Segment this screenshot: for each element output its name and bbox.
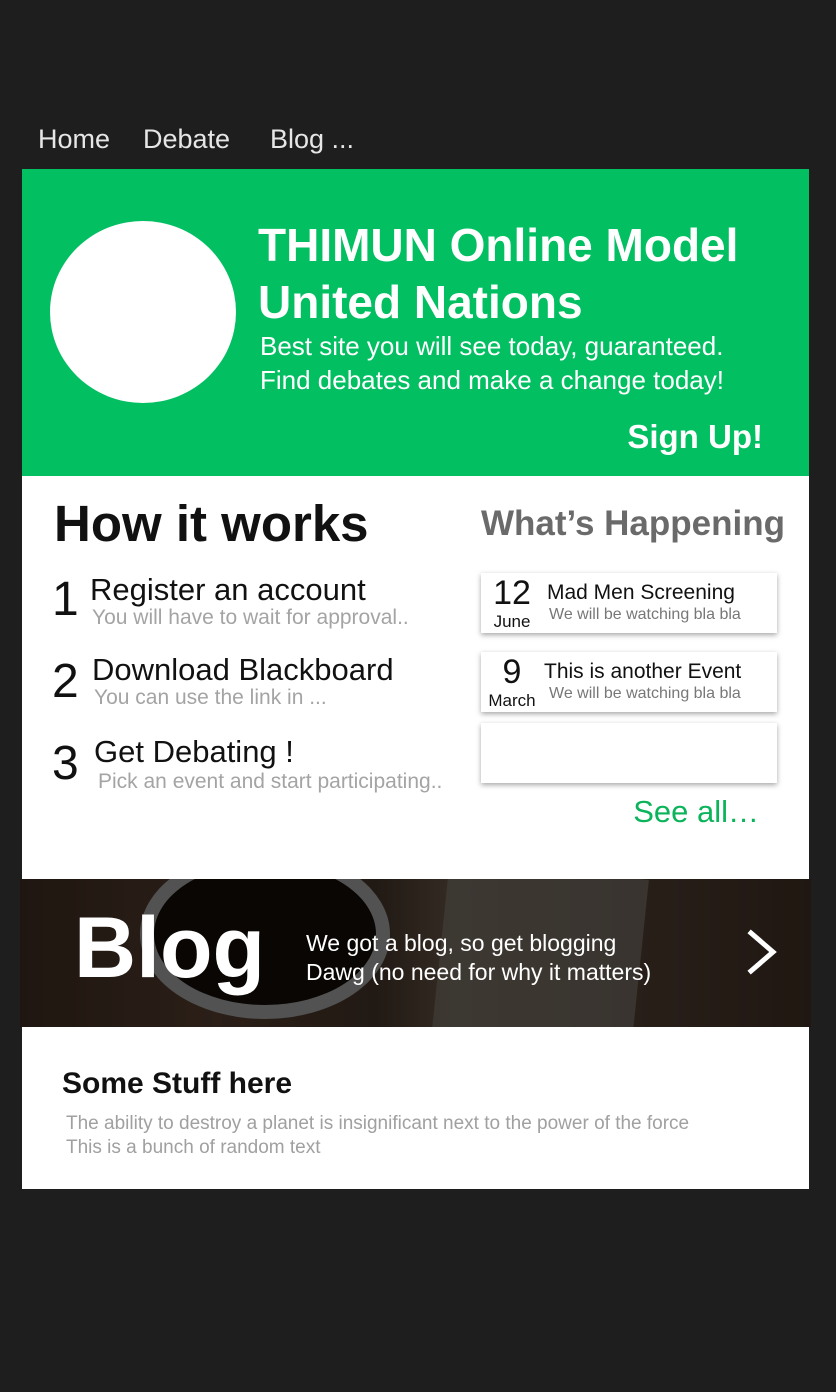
step-description: Pick an event and start participating.. [98, 770, 443, 793]
step-item: 1 Register an account You will have to w… [52, 572, 472, 642]
whats-happening-title: What’s Happening [481, 504, 785, 543]
step-number: 2 [52, 655, 79, 708]
event-month: June [493, 612, 531, 631]
event-day: 12 [493, 574, 531, 612]
event-day: 9 [502, 653, 522, 691]
blog-text: We got a blog, so get blogging Dawg (no … [306, 929, 726, 987]
stuff-text: The ability to destroy a planet is insig… [66, 1112, 766, 1160]
step-number: 1 [52, 573, 79, 626]
stuff-section: Some Stuff here The ability to destroy a… [22, 1027, 809, 1189]
logo-circle [50, 221, 236, 403]
event-description: We will be watching bla bla [549, 685, 741, 702]
step-description: You will have to wait for approval.. [92, 606, 409, 629]
main-content: How it works 1 Register an account You w… [22, 476, 809, 879]
nav-home-link[interactable]: Home [38, 124, 110, 155]
see-all-link[interactable]: See all… [633, 794, 759, 830]
nav-debate-link[interactable]: Debate [143, 124, 230, 155]
event-card-empty[interactable] [481, 723, 777, 783]
nav-blog-link[interactable]: Blog ... [270, 124, 354, 155]
event-name: Mad Men Screening [547, 581, 735, 604]
stuff-title: Some Stuff here [62, 1067, 293, 1100]
step-title: Register an account [90, 572, 366, 607]
blog-text-line-2: Dawg (no need for why it matters) [306, 959, 652, 985]
step-description: You can use the link in ... [94, 686, 327, 709]
event-card[interactable]: 12 June Mad Men Screening We will be wat… [481, 573, 777, 633]
event-name: This is another Event [544, 660, 742, 683]
hero-subtitle-line-1: Best site you will see today, guaranteed… [260, 331, 724, 361]
step-title: Download Blackboard [92, 652, 394, 687]
chevron-right-icon[interactable] [743, 929, 783, 975]
hero-subtitle-line-2: Find debates and make a change today! [260, 365, 724, 395]
hero-title: THIMUN Online Model United Nations [258, 219, 739, 328]
hero-banner: THIMUN Online Model United Nations Best … [22, 169, 809, 476]
blog-text-line-1: We got a blog, so get blogging [306, 930, 617, 956]
step-number: 3 [52, 737, 79, 790]
blog-banner[interactable]: Blog We got a blog, so get blogging Dawg… [20, 879, 811, 1027]
stuff-text-line-2: This is a bunch of random text [66, 1137, 321, 1158]
event-month: March [488, 691, 536, 710]
step-item: 2 Download Blackboard You can use the li… [52, 652, 472, 722]
event-card[interactable]: 9 March This is another Event We will be… [481, 652, 777, 712]
step-title: Get Debating ! [94, 734, 294, 769]
event-description: We will be watching bla bla [549, 606, 741, 623]
stuff-text-line-1: The ability to destroy a planet is insig… [66, 1113, 690, 1134]
sign-up-button[interactable]: Sign Up! [627, 418, 763, 456]
step-item: 3 Get Debating ! Pick an event and start… [52, 734, 472, 804]
hero-subtitle: Best site you will see today, guaranteed… [260, 329, 800, 397]
how-it-works-title: How it works [54, 495, 369, 552]
blog-title: Blog [74, 900, 266, 996]
